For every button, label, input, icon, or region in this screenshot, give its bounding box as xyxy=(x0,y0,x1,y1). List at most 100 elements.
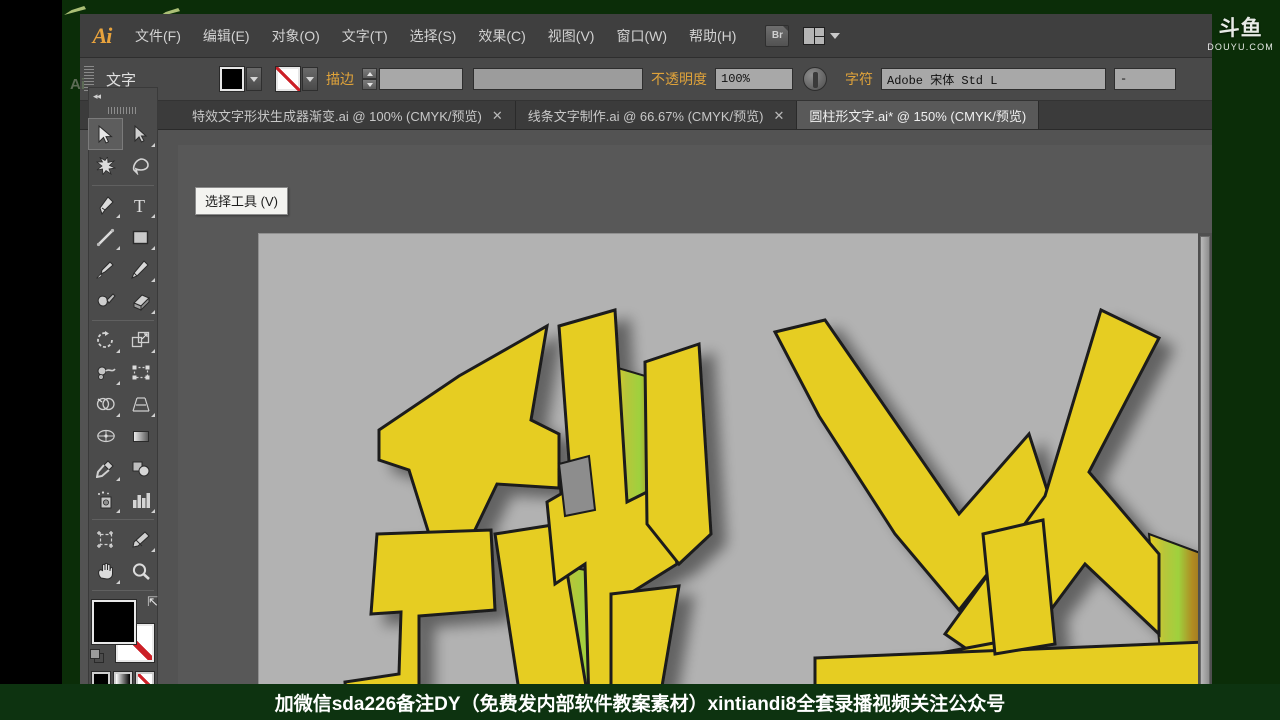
tooltip: 选择工具 (V) xyxy=(195,187,288,215)
canvas-area[interactable] xyxy=(178,145,1212,720)
opacity-label: 不透明度 xyxy=(651,71,707,87)
illustrator-window: Ai 文件(F) 编辑(E) 对象(O) 文字(T) 选择(S) 效果(C) 视… xyxy=(80,14,1212,720)
control-bar: 文字 描边 不透明度 100% 字符 Adobe 宋体 Std L - xyxy=(80,58,1212,101)
bridge-icon[interactable]: Br xyxy=(765,24,790,47)
arrange-documents-icon[interactable] xyxy=(803,26,826,45)
stroke-weight-field[interactable] xyxy=(379,68,463,90)
close-icon[interactable]: ✕ xyxy=(492,109,503,122)
tools-panel: ◂◂ T ⇱ xyxy=(88,87,158,720)
opacity-field[interactable]: 100% xyxy=(715,68,793,90)
fill-swatch-group[interactable] xyxy=(220,67,262,91)
stroke-weight-stepper[interactable] xyxy=(362,68,377,90)
tool-divider xyxy=(92,590,154,591)
font-family-field[interactable]: Adobe 宋体 Std L xyxy=(881,68,1106,90)
tool-divider xyxy=(92,185,154,186)
close-icon[interactable]: ✕ xyxy=(773,109,784,122)
tools-panel-grip[interactable] xyxy=(108,107,138,114)
stroke-profile-field[interactable] xyxy=(473,68,643,90)
eyedropper-tool[interactable] xyxy=(88,452,123,484)
subtitle-text: 加微信sda226备注DY（免费发内部软件教案素材）xintiandi8全套录播… xyxy=(274,693,1006,715)
tool-group-draw: T xyxy=(88,189,158,317)
slice-tool[interactable] xyxy=(123,523,158,555)
menu-bar: Ai 文件(F) 编辑(E) 对象(O) 文字(T) 选择(S) 效果(C) 视… xyxy=(80,14,1212,58)
tool-divider xyxy=(92,320,154,321)
menu-select[interactable]: 选择(S) xyxy=(399,20,468,52)
tool-group-transform xyxy=(88,324,158,516)
opacity-mask-icon[interactable] xyxy=(803,67,827,91)
swap-fill-stroke-icon[interactable]: ⇱ xyxy=(147,594,158,610)
stroke-swatch[interactable] xyxy=(276,67,300,91)
lasso-tool[interactable] xyxy=(123,150,158,182)
artboard[interactable] xyxy=(258,233,1212,720)
blend-tool[interactable] xyxy=(123,452,158,484)
type-tool[interactable]: T xyxy=(123,189,158,221)
width-tool[interactable] xyxy=(88,356,123,388)
collapse-panel-icon[interactable]: ◂◂ xyxy=(93,91,101,102)
document-tab-2[interactable]: 线条文字制作.ai @ 66.67% (CMYK/预览) ✕ xyxy=(515,101,798,129)
fill-dropdown[interactable] xyxy=(246,67,262,91)
magic-wand-tool[interactable] xyxy=(88,150,123,182)
document-tab-bar: 特效文字形状生成器渐变.ai @ 100% (CMYK/预览) ✕ 线条文字制作… xyxy=(80,101,1212,130)
stroke-swatch-group[interactable] xyxy=(276,67,318,91)
stepper-down[interactable] xyxy=(362,79,377,90)
screen-root: Ai Ai 文件(F) 编辑(E) 对象(O) 文字(T) 选择(S) 效果(C… xyxy=(0,0,1280,720)
pencil-tool[interactable] xyxy=(123,253,158,285)
fill-stroke-proxy[interactable]: ⇱ xyxy=(90,594,158,664)
document-tab-1[interactable]: 特效文字形状生成器渐变.ai @ 100% (CMYK/预览) ✕ xyxy=(180,101,516,129)
perspective-grid-tool[interactable] xyxy=(123,388,158,420)
scale-tool[interactable] xyxy=(123,324,158,356)
tab-label: 圆柱形文字.ai* @ 150% (CMYK/预览) xyxy=(809,108,1027,124)
gradient-tool[interactable] xyxy=(123,420,158,452)
eraser-tool[interactable] xyxy=(123,285,158,317)
svg-text:T: T xyxy=(134,196,145,215)
menu-effect[interactable]: 效果(C) xyxy=(467,20,536,52)
tool-group-selection xyxy=(88,118,158,182)
stroke-dropdown[interactable] xyxy=(302,67,318,91)
tab-label: 特效文字形状生成器渐变.ai @ 100% (CMYK/预览) xyxy=(192,108,482,124)
hand-tool[interactable] xyxy=(88,555,123,587)
symbol-sprayer-tool[interactable] xyxy=(88,484,123,516)
scrollbar-thumb[interactable] xyxy=(1200,236,1210,720)
douyu-domain-text: DOUYU.COM xyxy=(1207,42,1274,52)
stepper-up[interactable] xyxy=(362,68,377,79)
zoom-tool[interactable] xyxy=(123,555,158,587)
artwork-miaosha[interactable] xyxy=(259,234,1212,720)
menu-object[interactable]: 对象(O) xyxy=(261,20,331,52)
rotate-tool[interactable] xyxy=(88,324,123,356)
vertical-scrollbar[interactable] xyxy=(1198,233,1212,720)
pen-tool[interactable] xyxy=(88,189,123,221)
menu-file[interactable]: 文件(F) xyxy=(124,20,192,52)
mesh-tool[interactable] xyxy=(88,420,123,452)
tool-divider xyxy=(92,519,154,520)
blob-brush-tool[interactable] xyxy=(88,285,123,317)
line-segment-tool[interactable] xyxy=(88,221,123,253)
column-graph-tool[interactable] xyxy=(123,484,158,516)
douyu-watermark: 斗鱼 DOUYU.COM xyxy=(1207,18,1274,52)
tool-group-view xyxy=(88,523,158,587)
subtitle-bar: 加微信sda226备注DY（免费发内部软件教案素材）xintiandi8全套录播… xyxy=(0,684,1280,720)
menu-edit[interactable]: 编辑(E) xyxy=(192,20,261,52)
glyph-sha xyxy=(772,307,1212,720)
tools-panel-header[interactable]: ◂◂ xyxy=(89,88,157,104)
menu-help[interactable]: 帮助(H) xyxy=(678,20,747,52)
fill-swatch[interactable] xyxy=(220,67,244,91)
shape-builder-tool[interactable] xyxy=(88,388,123,420)
douyu-logo-text: 斗鱼 xyxy=(1218,17,1263,40)
fill-proxy-swatch[interactable] xyxy=(92,600,136,644)
ghost-ai-logo: Ai xyxy=(70,76,85,93)
chevron-down-icon[interactable] xyxy=(830,32,841,39)
menu-type[interactable]: 文字(T) xyxy=(331,20,399,52)
tab-label: 线条文字制作.ai @ 66.67% (CMYK/预览) xyxy=(527,108,764,124)
rectangle-tool[interactable] xyxy=(123,221,158,253)
direct-selection-tool[interactable] xyxy=(123,118,158,150)
menu-view[interactable]: 视图(V) xyxy=(537,20,606,52)
font-style-field[interactable]: - xyxy=(1114,68,1176,90)
glyph-miao xyxy=(343,308,713,720)
free-transform-tool[interactable] xyxy=(123,356,158,388)
menu-window[interactable]: 窗口(W) xyxy=(605,20,678,52)
selection-tool[interactable] xyxy=(88,118,123,150)
paintbrush-tool[interactable] xyxy=(88,253,123,285)
document-tab-3[interactable]: 圆柱形文字.ai* @ 150% (CMYK/预览) xyxy=(797,101,1040,129)
default-fill-stroke-icon[interactable] xyxy=(90,649,105,664)
artboard-tool[interactable] xyxy=(88,523,123,555)
